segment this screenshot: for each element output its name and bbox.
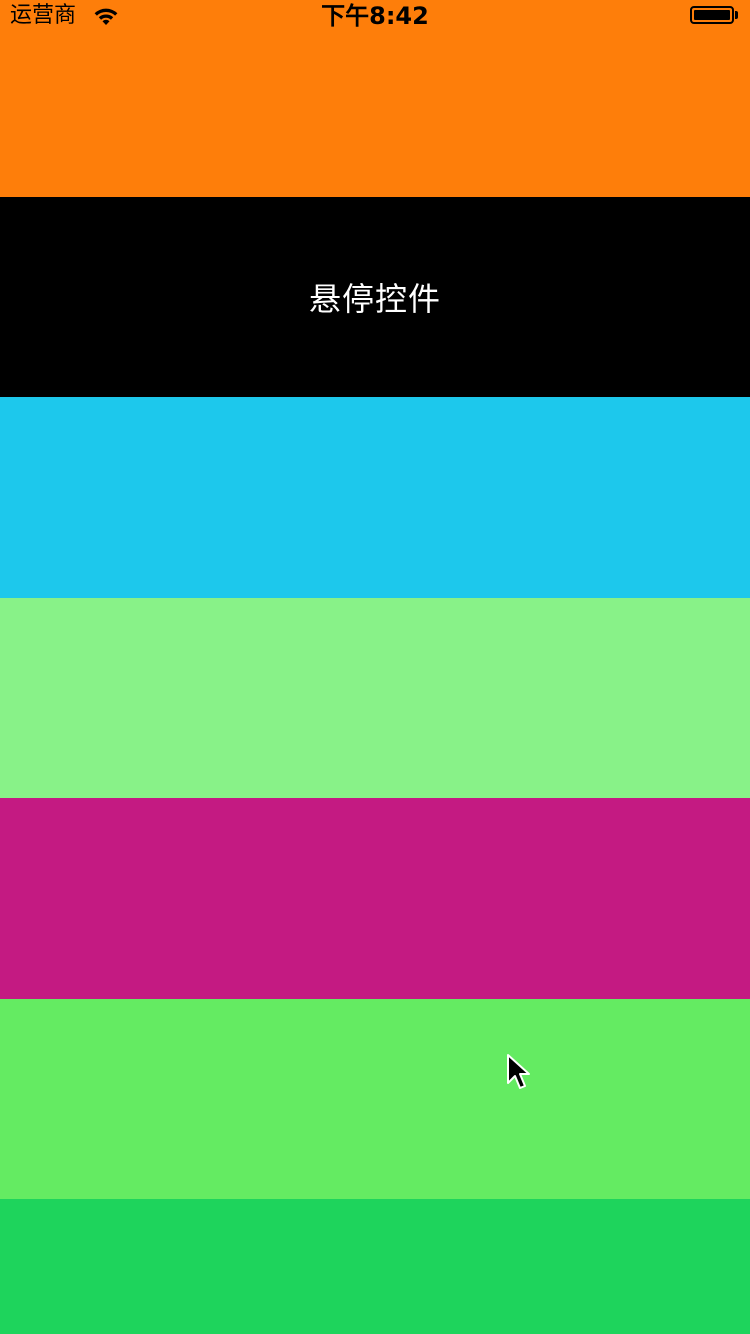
- battery-level: [694, 10, 730, 20]
- battery-tip: [735, 11, 738, 19]
- battery-icon: [690, 6, 734, 24]
- status-time: 下午8:42: [321, 2, 429, 30]
- hover-header-label: 悬停控件: [308, 280, 441, 318]
- scroll-list[interactable]: 悬停控件: [0, 0, 750, 1334]
- status-bar: 运营商 下午8:42: [0, 0, 750, 34]
- mouse-pointer-icon: [507, 1054, 530, 1089]
- color-row-cyan: [0, 397, 750, 598]
- color-row-light-green: [0, 598, 750, 798]
- hover-header[interactable]: 悬停控件: [0, 197, 750, 397]
- color-row-dark-green: [0, 1199, 750, 1334]
- color-row-magenta: [0, 798, 750, 999]
- color-row-green: [0, 999, 750, 1199]
